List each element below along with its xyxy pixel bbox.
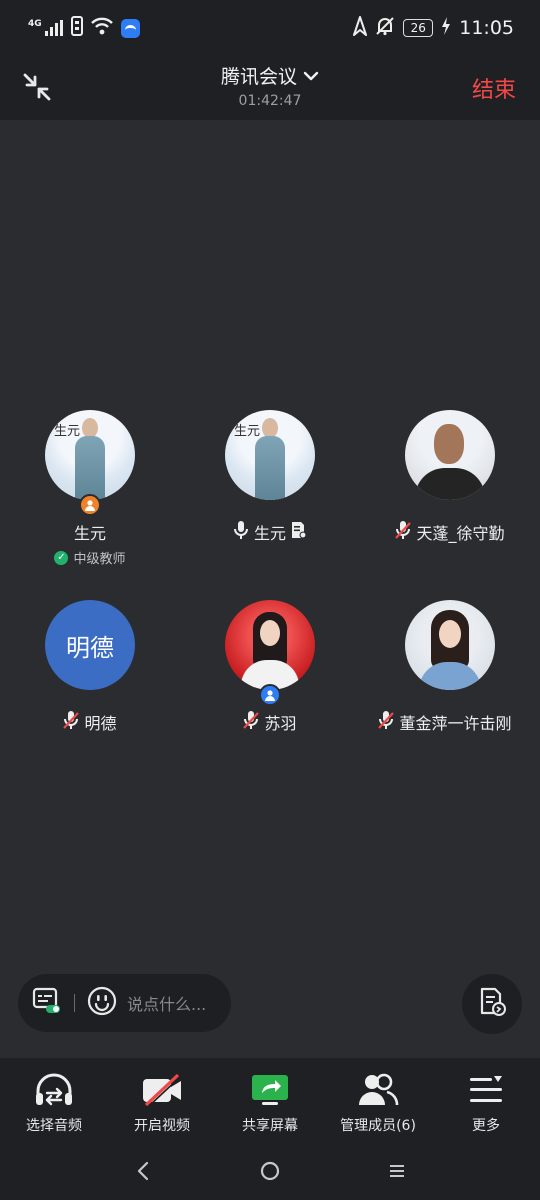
- meeting-title-text: 腾讯会议: [220, 66, 297, 88]
- share-screen-icon: [250, 1072, 290, 1108]
- participant-tile[interactable]: 生元 生元 ✓ 中级教师: [0, 410, 180, 580]
- location-icon: [353, 15, 368, 41]
- participant-name-row: 董金萍一许击刚: [350, 710, 540, 734]
- app-badge-icon: [120, 18, 140, 38]
- video-off-icon: [140, 1072, 184, 1108]
- avatar-brand-mark: 生元: [234, 424, 261, 439]
- mute-bell-icon: [375, 16, 395, 41]
- share-screen-button[interactable]: 共享屏幕: [216, 1058, 324, 1142]
- verified-icon: ✓: [54, 550, 69, 565]
- participant-tile[interactable]: 生元 生元: [180, 410, 360, 560]
- end-meeting-button[interactable]: 结束: [472, 72, 516, 104]
- meeting-title-area[interactable]: 腾讯会议 01:42:47: [170, 62, 370, 109]
- chat-bar[interactable]: 说点什么...: [18, 974, 231, 1032]
- meeting-header: 腾讯会议 01:42:47 结束: [0, 56, 540, 120]
- status-right: 26 11:05: [353, 15, 514, 41]
- status-bar: 4G 26 11:05: [0, 0, 540, 56]
- signal-icon: 4G: [28, 20, 63, 36]
- participant-name-row: 明德: [0, 710, 180, 734]
- participant-name-row: 天蓬_徐守勤: [360, 520, 540, 544]
- notes-icon: [477, 987, 507, 1021]
- emoji-icon[interactable]: [87, 986, 117, 1020]
- participant-tile[interactable]: 明德 明德: [0, 600, 180, 750]
- chevron-down-icon: [303, 71, 319, 80]
- battery-icon: 26: [403, 19, 434, 37]
- participant-title: 中级教师: [73, 552, 126, 567]
- charging-icon: [441, 16, 451, 40]
- avatar: 生元: [45, 410, 135, 500]
- participant-name-row: 生元: [180, 520, 360, 544]
- share-screen-label: 共享屏幕: [242, 1118, 298, 1134]
- start-video-button[interactable]: 开启视频: [108, 1058, 216, 1142]
- microphone-muted-icon: [63, 710, 80, 734]
- more-button[interactable]: 更多: [432, 1058, 540, 1142]
- manage-members-label: 管理成员(6): [340, 1118, 416, 1134]
- avatar: [225, 600, 315, 690]
- meeting-toolbar: 选择音频 开启视频 共享屏幕 管理成员(6) 更多: [0, 1058, 540, 1142]
- cohost-badge-icon: [259, 684, 281, 706]
- divider: [74, 994, 75, 1012]
- participant-title-row: ✓ 中级教师: [0, 548, 180, 567]
- microphone-muted-icon: [395, 520, 412, 544]
- participant-name: 苏羽: [264, 714, 297, 733]
- avatar: 明德: [45, 600, 135, 690]
- more-label: 更多: [472, 1118, 500, 1134]
- members-icon: [357, 1072, 399, 1108]
- back-icon[interactable]: [123, 1151, 163, 1191]
- select-audio-button[interactable]: 选择音频: [0, 1058, 108, 1142]
- manage-members-button[interactable]: 管理成员(6): [324, 1058, 432, 1142]
- chat-input[interactable]: 说点什么...: [127, 991, 206, 1015]
- avatar-brand-mark: 生元: [54, 424, 81, 439]
- participant-tile[interactable]: 苏羽: [180, 600, 360, 750]
- status-left: 4G: [28, 15, 140, 41]
- participant-name-row: 苏羽: [180, 710, 360, 734]
- avatar: [405, 600, 495, 690]
- status-time: 11:05: [459, 17, 514, 39]
- recents-icon[interactable]: [377, 1151, 417, 1191]
- microphone-icon: [233, 520, 249, 544]
- headset-icon: [33, 1072, 75, 1108]
- avatar: [405, 410, 495, 500]
- microphone-muted-icon: [243, 710, 260, 734]
- meeting-duration: 01:42:47: [238, 93, 302, 109]
- meeting-title[interactable]: 腾讯会议: [221, 62, 319, 89]
- more-menu-icon: [467, 1072, 505, 1108]
- sim-icon: [70, 15, 83, 41]
- network-type-label: 4G: [28, 19, 42, 29]
- participant-name: 明德: [84, 714, 117, 733]
- wifi-icon: [90, 17, 113, 40]
- system-navigation-bar: [0, 1142, 540, 1200]
- participant-name: 董金萍一许击刚: [399, 714, 512, 733]
- participant-tile[interactable]: 董金萍一许击刚: [360, 600, 540, 750]
- avatar: 生元: [225, 410, 315, 500]
- start-video-label: 开启视频: [134, 1118, 190, 1134]
- participant-name: 天蓬_徐守勤: [416, 524, 505, 543]
- participant-name: 生元: [253, 524, 286, 543]
- caption-toggle-icon[interactable]: [32, 987, 62, 1019]
- minimize-icon[interactable]: [18, 68, 56, 106]
- microphone-muted-icon: [378, 710, 395, 734]
- select-audio-label: 选择音频: [26, 1118, 82, 1134]
- home-icon[interactable]: [250, 1151, 290, 1191]
- participant-tile[interactable]: 天蓬_徐守勤: [360, 410, 540, 560]
- document-icon: [291, 521, 307, 543]
- notes-button[interactable]: [462, 974, 522, 1034]
- participant-name: 生元: [73, 524, 106, 543]
- participant-name-row: 生元: [0, 520, 180, 544]
- host-badge-icon: [79, 494, 101, 516]
